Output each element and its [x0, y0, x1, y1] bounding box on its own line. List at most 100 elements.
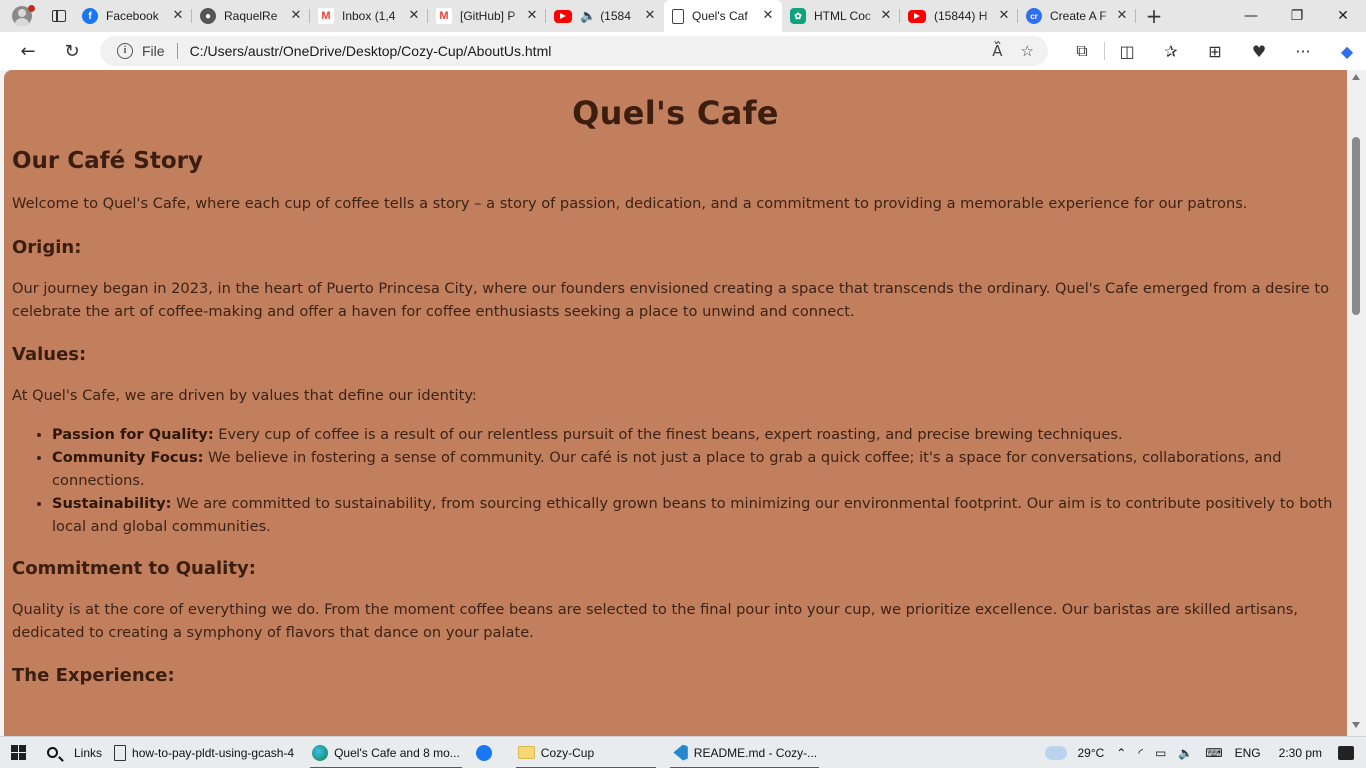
- close-icon[interactable]: ✕: [760, 8, 776, 24]
- copilot-icon[interactable]: ◆: [1325, 32, 1366, 70]
- tab-title: [GitHub] P: [460, 9, 516, 23]
- value-text: We believe in fostering a sense of commu…: [52, 449, 1282, 489]
- close-icon[interactable]: ✕: [1114, 8, 1130, 24]
- scroll-up-arrow-icon[interactable]: [1352, 74, 1360, 80]
- commitment-heading: Commitment to Quality:: [12, 558, 256, 579]
- more-menu-icon[interactable]: ···: [1281, 32, 1325, 70]
- taskbar-item-edge[interactable]: Quel's Cafe and 8 mo...: [306, 737, 466, 768]
- page-scrollbar[interactable]: [1347, 70, 1366, 736]
- url-text[interactable]: C:/Users/austr/OneDrive/Desktop/Cozy-Cup…: [190, 43, 552, 59]
- list-item: Sustainability: We are committed to sust…: [52, 492, 1339, 538]
- performance-icon[interactable]: ♥: [1237, 32, 1281, 70]
- back-button[interactable]: ←: [6, 32, 50, 70]
- profile-button[interactable]: [0, 0, 44, 32]
- tab-create[interactable]: cr Create A F ✕: [1018, 0, 1136, 32]
- close-icon[interactable]: ✕: [524, 8, 540, 24]
- tab-title: Inbox (1,4: [342, 9, 396, 23]
- close-icon[interactable]: ✕: [288, 8, 304, 24]
- split-screen-icon[interactable]: ◫: [1105, 32, 1149, 70]
- github-icon: ●: [200, 8, 216, 24]
- close-icon[interactable]: ✕: [878, 8, 894, 24]
- weather-temp[interactable]: 29°C: [1071, 746, 1110, 760]
- scroll-thumb[interactable]: [1352, 137, 1360, 315]
- taskbar-item-label: Quel's Cafe and 8 mo...: [334, 745, 460, 760]
- close-window-button[interactable]: ✕: [1320, 0, 1366, 32]
- clock[interactable]: 2:30 pm: [1273, 746, 1328, 760]
- notification-dot-icon: [28, 5, 35, 12]
- tab-title: Facebook: [106, 9, 159, 23]
- origin-paragraph: Our journey began in 2023, in the heart …: [12, 280, 1330, 320]
- minimize-button[interactable]: —: [1228, 0, 1274, 32]
- close-icon[interactable]: ✕: [406, 8, 422, 24]
- vscode-icon: [673, 744, 688, 761]
- value-text: We are committed to sustainability, from…: [52, 495, 1333, 535]
- list-item: Community Focus: We believe in fostering…: [52, 446, 1339, 492]
- tab-youtube-playing[interactable]: 🔈 (1584 ✕: [546, 0, 664, 32]
- chatgpt-icon: ✿: [790, 8, 806, 24]
- tab-gmail-github[interactable]: M [GitHub] P ✕: [428, 0, 546, 32]
- values-list: Passion for Quality: Every cup of coffee…: [12, 423, 1339, 538]
- close-icon[interactable]: ✕: [642, 8, 658, 24]
- tab-facebook[interactable]: f Facebook ✕: [74, 0, 192, 32]
- keyboard-icon[interactable]: ⌨: [1199, 746, 1228, 760]
- taskbar-item-folder[interactable]: Cozy-Cup: [512, 737, 660, 768]
- search-button[interactable]: [36, 737, 68, 768]
- tab-actions-button[interactable]: [44, 0, 74, 32]
- notifications-icon[interactable]: [1338, 746, 1354, 760]
- read-aloud-icon[interactable]: A᷈: [992, 42, 1002, 60]
- gmail-icon: M: [318, 8, 334, 24]
- tab-github[interactable]: ● RaquelRe ✕: [192, 0, 310, 32]
- intro-paragraph: Welcome to Quel's Cafe, where each cup o…: [12, 195, 1248, 212]
- value-title: Passion for Quality:: [52, 426, 214, 443]
- favorites-icon[interactable]: ✰: [1149, 32, 1193, 70]
- refresh-button[interactable]: ↻: [50, 32, 94, 70]
- tab-chatgpt[interactable]: ✿ HTML Coc ✕: [782, 0, 900, 32]
- restore-button[interactable]: ❐: [1274, 0, 1320, 32]
- speaker-icon[interactable]: 🔈: [580, 9, 596, 24]
- collections-icon[interactable]: ⊞: [1193, 32, 1237, 70]
- taskbar-item-html-file[interactable]: how-to-pay-pldt-using-gcash-4: [108, 737, 300, 768]
- value-title: Community Focus:: [52, 449, 204, 466]
- taskbar-item-label: Cozy-Cup: [540, 745, 595, 760]
- story-heading: Our Café Story: [12, 148, 203, 174]
- taskbar-item-label: README.md - Cozy-...: [693, 745, 818, 760]
- document-icon: [672, 8, 684, 24]
- scheme-label: File: [142, 43, 165, 59]
- origin-heading: Origin:: [12, 237, 82, 258]
- volume-icon[interactable]: 🔈: [1172, 746, 1199, 760]
- taskbar-item-vscode[interactable]: README.md - Cozy-...: [666, 737, 823, 768]
- tab-title: (15844) H: [934, 9, 988, 23]
- value-text: Every cup of coffee is a result of our r…: [213, 426, 1123, 443]
- scroll-down-arrow-icon[interactable]: [1352, 722, 1360, 728]
- info-icon[interactable]: i: [117, 43, 133, 59]
- commitment-paragraph: Quality is at the core of everything we …: [12, 601, 1298, 641]
- taskbar-item-label: how-to-pay-pldt-using-gcash-4: [132, 745, 295, 760]
- tab-gmail-inbox[interactable]: M Inbox (1,4 ✕: [310, 0, 428, 32]
- tab-quels-cafe[interactable]: Quel's Caf ✕: [664, 0, 782, 32]
- experience-heading: The Experience:: [12, 665, 175, 686]
- extensions-icon[interactable]: ⧉: [1060, 32, 1104, 70]
- tab-youtube[interactable]: (15844) H ✕: [900, 0, 1018, 32]
- start-button[interactable]: [0, 737, 36, 768]
- links-toolbar[interactable]: Links: [68, 737, 108, 768]
- tab-title: HTML Coc: [814, 9, 871, 23]
- tab-title: Quel's Caf: [692, 9, 748, 23]
- close-icon[interactable]: ✕: [170, 8, 186, 24]
- search-icon: [46, 747, 58, 758]
- taskbar-item-facebook[interactable]: [470, 737, 498, 768]
- wifi-icon[interactable]: ◜: [1132, 746, 1149, 760]
- favorite-star-icon[interactable]: ☆: [1021, 42, 1034, 60]
- tab-title: (1584: [600, 9, 631, 23]
- system-tray: 29°C ⌃ ◜ ▭ 🔈 ⌨ ENG 2:30 pm: [1042, 737, 1366, 768]
- weather-icon[interactable]: [1042, 743, 1068, 760]
- facebook-icon: f: [82, 8, 98, 24]
- youtube-icon: [554, 9, 572, 23]
- battery-icon[interactable]: ▭: [1149, 746, 1172, 760]
- show-hidden-icons-icon[interactable]: ⌃: [1110, 746, 1132, 760]
- new-tab-button[interactable]: +: [1136, 0, 1172, 32]
- values-intro: At Quel's Cafe, we are driven by values …: [12, 387, 477, 404]
- language-indicator[interactable]: ENG: [1229, 746, 1267, 760]
- value-title: Sustainability:: [52, 495, 172, 512]
- address-bar[interactable]: i File C:/Users/austr/OneDrive/Desktop/C…: [100, 36, 1048, 66]
- close-icon[interactable]: ✕: [996, 8, 1012, 24]
